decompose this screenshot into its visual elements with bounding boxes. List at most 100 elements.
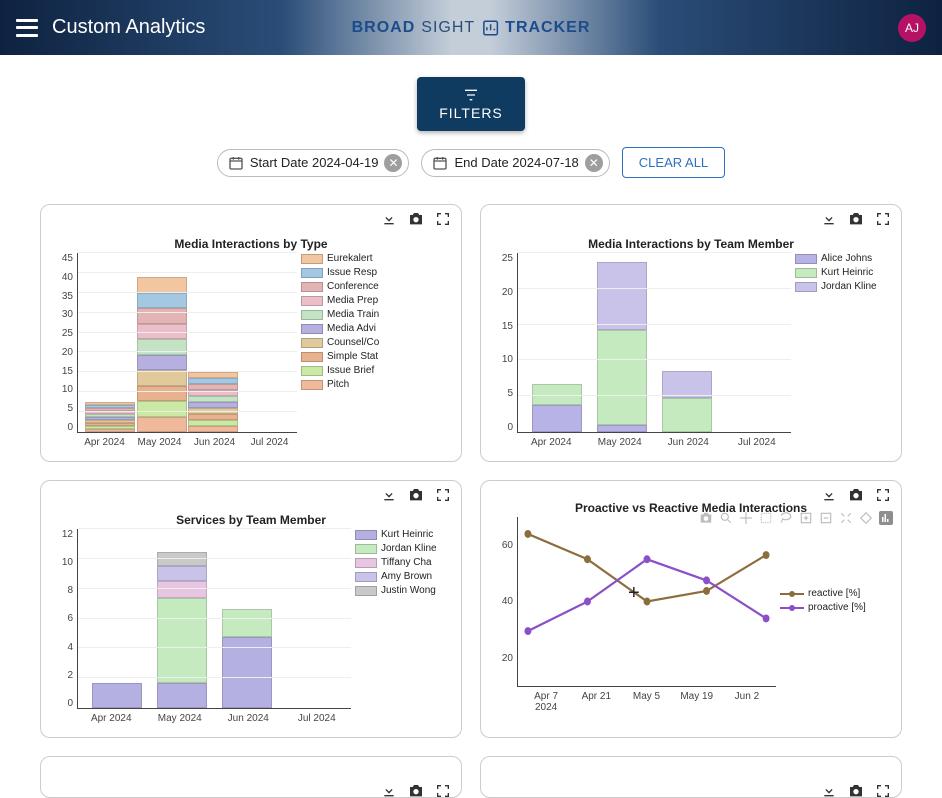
legend: Kurt Heinric Jordan Kline Tiffany Cha Amy B… — [351, 529, 451, 709]
legend-item[interactable]: Jordan Kline — [795, 281, 891, 292]
bar — [137, 277, 187, 432]
y-axis: 604020 — [491, 517, 517, 687]
card-tools — [821, 211, 891, 227]
download-icon[interactable] — [821, 211, 837, 227]
chip-label: Start Date 2024-04-19 — [250, 155, 379, 170]
plot-area: + — [517, 517, 776, 687]
reset-icon[interactable] — [859, 511, 873, 525]
bar — [662, 371, 712, 432]
fullscreen-icon[interactable] — [435, 487, 451, 503]
legend: Alice Johns Kurt Heinric Jordan Kline — [791, 253, 891, 433]
download-icon[interactable] — [821, 487, 837, 503]
plotly-logo-icon[interactable] — [879, 511, 893, 525]
calendar-icon — [228, 155, 244, 171]
zoomout-icon[interactable] — [819, 511, 833, 525]
download-icon[interactable] — [821, 783, 837, 798]
chart-title: Services by Team Member — [51, 513, 451, 527]
calendar-icon — [432, 155, 448, 171]
card-tools — [821, 783, 891, 798]
filter-chip: Start Date 2024-04-19 ✕ — [217, 149, 410, 177]
legend-item[interactable]: Counsel/Co — [301, 337, 397, 348]
chip-remove-icon[interactable]: ✕ — [585, 154, 603, 172]
brand-logo: BROADSIGHT TRACKER — [352, 19, 591, 37]
fullscreen-icon[interactable] — [875, 211, 891, 227]
lasso-icon[interactable] — [779, 511, 793, 525]
bar — [85, 402, 135, 432]
autoscale-icon[interactable] — [839, 511, 853, 525]
card-partial — [40, 756, 462, 798]
card-media-by-type: Media Interactions by Type 4540353025201… — [40, 204, 462, 462]
chart-title: Media Interactions by Type — [51, 237, 451, 251]
download-icon[interactable] — [381, 211, 397, 227]
x-axis: Apr 2024May 2024Jun 2024Jul 2024 — [77, 437, 297, 448]
camera-icon[interactable] — [847, 783, 865, 798]
menu-icon[interactable] — [16, 19, 38, 37]
legend-item[interactable]: Issue Resp — [301, 267, 397, 278]
legend-item[interactable]: Simple Stat — [301, 351, 397, 362]
card-services-by-member: Services by Team Member 121086420 Kurt H… — [40, 480, 462, 738]
legend-item[interactable]: Media Prep — [301, 295, 397, 306]
camera-icon[interactable] — [847, 211, 865, 227]
legend-item[interactable]: reactive [%] — [780, 588, 891, 599]
legend-item[interactable]: Pitch — [301, 379, 397, 390]
bar — [532, 384, 582, 432]
y-axis: 2520151050 — [491, 253, 517, 433]
legend-item[interactable]: Issue Brief — [301, 365, 397, 376]
camera-icon[interactable] — [407, 783, 425, 798]
fullscreen-icon[interactable] — [875, 487, 891, 503]
camera-icon[interactable] — [847, 487, 865, 503]
y-axis: 454035302520151050 — [51, 253, 77, 433]
legend-item[interactable]: Justin Wong — [355, 585, 451, 596]
crosshair-cursor-icon: + — [628, 582, 640, 605]
x-axis: Apr 2024May 2024Jun 2024Jul 2024 — [77, 713, 351, 724]
camera-icon[interactable] — [407, 211, 425, 227]
legend-item[interactable]: Media Train — [301, 309, 397, 320]
filter-zone: FILTERS Start Date 2024-04-19✕End Date 2… — [0, 55, 942, 188]
filter-chip: End Date 2024-07-18✕ — [421, 149, 609, 177]
legend-item[interactable]: Conference — [301, 281, 397, 292]
plot-area — [517, 253, 791, 433]
legend: Eurekalert Issue Resp Conference Media Prep… — [297, 253, 397, 433]
clear-all-button[interactable]: CLEAR ALL — [622, 147, 725, 178]
legend-item[interactable]: Tiffany Cha — [355, 557, 451, 568]
chart-title: Media Interactions by Team Member — [491, 237, 891, 251]
legend-item[interactable]: proactive [%] — [780, 602, 891, 613]
legend-item[interactable]: Amy Brown — [355, 571, 451, 582]
legend-item[interactable]: Jordan Kline — [355, 543, 451, 554]
bar — [222, 609, 272, 708]
download-icon[interactable] — [381, 783, 397, 798]
cards-grid: Media Interactions by Type 4540353025201… — [0, 188, 942, 798]
legend-item[interactable]: Eurekalert — [301, 253, 397, 264]
filter-chips: Start Date 2024-04-19✕End Date 2024-07-1… — [0, 147, 942, 178]
filters-button[interactable]: FILTERS — [417, 77, 525, 131]
fullscreen-icon[interactable] — [875, 783, 891, 798]
page-title: Custom Analytics — [52, 16, 205, 39]
camera-icon[interactable] — [407, 487, 425, 503]
card-tools — [381, 783, 451, 798]
card-tools — [381, 211, 451, 227]
legend-item[interactable]: Kurt Heinric — [355, 529, 451, 540]
card-media-by-member: Media Interactions by Team Member 252015… — [480, 204, 902, 462]
x-axis: Apr 2024May 2024Jun 2024Jul 2024 — [517, 437, 791, 448]
card-proactive-reactive: Proactive vs Reactive Media Interactions… — [480, 480, 902, 738]
x-axis: Apr 72024Apr 21May 5May 19Jun 2 — [517, 691, 776, 713]
download-icon[interactable] — [381, 487, 397, 503]
legend-item[interactable]: Alice Johns — [795, 253, 891, 264]
legend-item[interactable]: Kurt Heinric — [795, 267, 891, 278]
chip-remove-icon[interactable]: ✕ — [384, 154, 402, 172]
app-header: Custom Analytics BROADSIGHT TRACKER AJ — [0, 0, 942, 55]
fullscreen-icon[interactable] — [435, 783, 451, 798]
avatar[interactable]: AJ — [898, 14, 926, 42]
plot-area — [77, 253, 297, 433]
card-tools — [821, 487, 891, 503]
bar — [188, 372, 238, 432]
bar — [92, 683, 142, 709]
y-axis: 121086420 — [51, 529, 77, 709]
zoomin-icon[interactable] — [799, 511, 813, 525]
chart-icon — [481, 19, 499, 37]
bar — [157, 552, 207, 708]
plot-area — [77, 529, 351, 709]
fullscreen-icon[interactable] — [435, 211, 451, 227]
legend-item[interactable]: Media Advi — [301, 323, 397, 334]
card-partial — [480, 756, 902, 798]
